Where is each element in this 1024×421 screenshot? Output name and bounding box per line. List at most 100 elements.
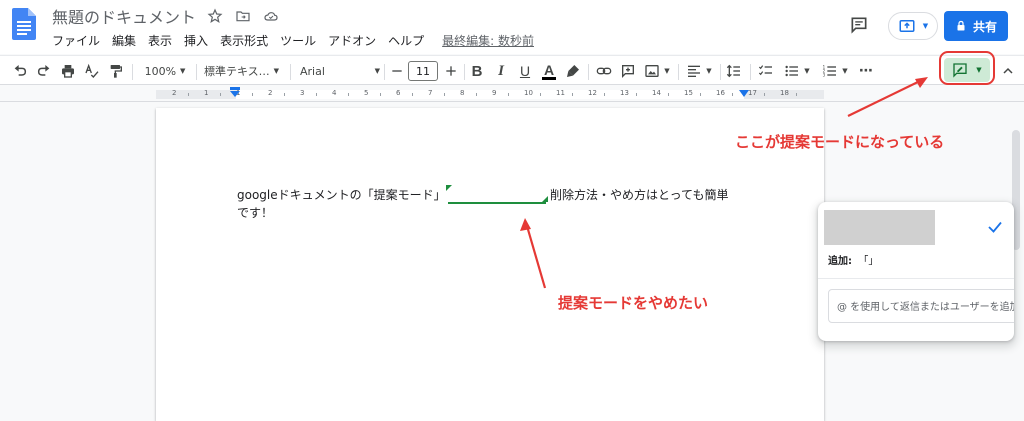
avatar <box>824 210 935 245</box>
suggestion-action-label: 追加: <box>828 256 852 267</box>
last-edit-link[interactable]: 最終編集: 数秒前 <box>442 32 534 49</box>
hide-menus-button[interactable] <box>998 59 1018 83</box>
suggestion-comment-card[interactable]: 追加: 「」 @ を使用して返信またはユーザーを追加 <box>818 202 1014 341</box>
bulleted-list-button[interactable]: ▼ <box>780 59 814 83</box>
chevron-down-icon: ▼ <box>664 67 670 75</box>
docs-logo-icon[interactable] <box>12 8 36 40</box>
ruler-tick <box>476 93 477 96</box>
font-size-input[interactable]: 11 <box>408 61 438 81</box>
insert-comment-button[interactable] <box>618 59 638 83</box>
more-icon: ⋯ <box>859 63 873 79</box>
print-button[interactable] <box>58 59 78 83</box>
undo-button[interactable] <box>10 59 30 83</box>
highlighter-icon <box>567 65 579 77</box>
body-line-1-rest[interactable]: 削除方法・やめ方はとっても簡単 <box>550 186 728 203</box>
spellcheck-button[interactable] <box>82 59 102 83</box>
line-spacing-button[interactable] <box>724 59 744 83</box>
numbered-list-icon: 123 <box>823 64 837 77</box>
text-line-2: です！ <box>237 206 274 220</box>
font-size-increase-button[interactable] <box>442 59 460 83</box>
add-comment-icon <box>622 65 634 78</box>
star-icon[interactable] <box>206 7 224 25</box>
text-color-button[interactable]: A <box>540 59 558 83</box>
ruler-number: 5 <box>364 89 369 97</box>
menu-addons[interactable]: アドオン <box>322 32 382 49</box>
suggestion-value: 「」 <box>858 256 879 267</box>
ruler-tick <box>220 93 221 96</box>
ruler-tick <box>380 93 381 96</box>
minus-icon <box>392 70 402 72</box>
annotation-want-to-stop: 提案モードをやめたい <box>558 294 709 312</box>
numbered-list-button[interactable]: 123 ▼ <box>818 59 852 83</box>
underline-button[interactable]: U <box>516 59 534 83</box>
ruler-number: 14 <box>652 89 661 97</box>
suggestion-end-flag-icon <box>542 196 548 202</box>
ruler-tick <box>188 93 189 96</box>
share-button[interactable]: 共有 <box>944 11 1008 41</box>
ruler-number: 6 <box>396 89 401 97</box>
style-value: 標準テキス… <box>204 65 270 78</box>
menu-bar: ファイル 編集 表示 挿入 表示形式 ツール アドオン ヘルプ 最終編集: 数秒… <box>46 30 534 50</box>
toolbar-divider <box>290 64 291 80</box>
formatting-toolbar: 100% ▼ 標準テキス… ▼ Arial ▼ 11 B I U A ▼ ▼ ▼… <box>0 55 1024 85</box>
align-button[interactable]: ▼ <box>684 59 714 83</box>
lock-icon <box>957 20 965 31</box>
redo-button[interactable] <box>34 59 54 83</box>
horizontal-ruler: 21123456789101112131415161718 <box>0 86 1024 102</box>
toolbar-divider <box>464 64 465 80</box>
move-folder-icon[interactable] <box>234 7 252 25</box>
bold-label: B <box>471 62 483 80</box>
suggested-deletion-area[interactable] <box>446 185 548 204</box>
zoom-select[interactable]: 100% ▼ <box>140 59 190 83</box>
toolbar-divider <box>588 64 589 80</box>
ruler-indent-marker-icon[interactable] <box>229 87 241 99</box>
ruler-right-indent-icon[interactable] <box>739 90 749 100</box>
more-options-button[interactable]: ⋯ <box>856 59 876 83</box>
insert-image-button[interactable]: ▼ <box>642 59 672 83</box>
body-line-1[interactable]: googleドキュメントの「提案モード」 <box>237 186 446 203</box>
ruler-tick <box>764 93 765 96</box>
annotation-highlight-box <box>939 51 995 85</box>
style-select[interactable]: 標準テキス… ▼ <box>204 59 284 83</box>
chevron-down-icon: ▼ <box>842 67 848 75</box>
ruler-number: 11 <box>556 89 565 97</box>
toolbar-divider <box>720 64 721 80</box>
reply-input[interactable]: @ を使用して返信またはユーザーを追加 <box>828 289 1014 323</box>
paint-format-button[interactable] <box>106 59 126 83</box>
chevron-down-icon: ▼ <box>706 67 712 75</box>
ruler-tick <box>540 93 541 96</box>
italic-button[interactable]: I <box>492 59 510 83</box>
chevron-down-icon: ▼ <box>374 67 380 75</box>
present-icon <box>899 20 915 32</box>
highlight-button[interactable] <box>564 59 582 83</box>
comment-history-button[interactable] <box>846 12 872 38</box>
menu-insert[interactable]: 挿入 <box>178 32 214 49</box>
present-dropdown-icon: ▼ <box>922 22 929 30</box>
present-button[interactable]: ▼ <box>888 12 938 40</box>
menu-file[interactable]: ファイル <box>46 32 106 49</box>
toolbar-divider <box>132 64 133 80</box>
font-select[interactable]: Arial ▼ <box>300 59 380 83</box>
menu-help[interactable]: ヘルプ <box>382 32 430 49</box>
menu-edit[interactable]: 編集 <box>106 32 142 49</box>
insert-link-button[interactable] <box>594 59 614 83</box>
accept-suggestion-icon[interactable] <box>986 218 1004 236</box>
menu-view[interactable]: 表示 <box>142 32 178 49</box>
font-size-decrease-button[interactable] <box>388 59 406 83</box>
ruler-tick <box>732 93 733 96</box>
ruler-number: 13 <box>620 89 629 97</box>
bold-button[interactable]: B <box>468 59 486 83</box>
menu-tools[interactable]: ツール <box>274 32 322 49</box>
ruler-number: 2 <box>268 89 273 97</box>
menu-format[interactable]: 表示形式 <box>214 32 274 49</box>
checklist-button[interactable] <box>756 59 776 83</box>
ruler-number: 16 <box>716 89 725 97</box>
body-line-2[interactable]: です！ <box>237 204 273 221</box>
ruler-number: 8 <box>460 89 465 97</box>
cloud-saved-icon[interactable] <box>262 7 280 25</box>
document-title[interactable]: 無題のドキュメント <box>52 4 196 28</box>
ruler-tick <box>316 93 317 96</box>
bulleted-list-icon <box>785 65 799 77</box>
svg-text:3: 3 <box>823 72 826 77</box>
document-page[interactable] <box>156 108 824 421</box>
